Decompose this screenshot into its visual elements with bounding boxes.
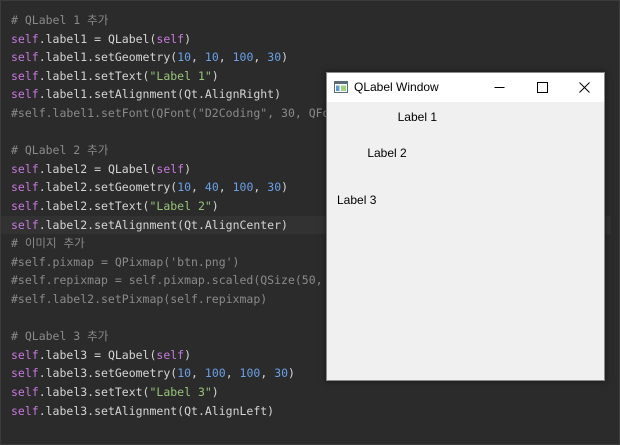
code-line: self.label1.setText("Label 1") xyxy=(11,67,219,85)
code-token: ) xyxy=(281,180,289,195)
code-line: self.label1.setGeometry(10, 10, 100, 30) xyxy=(11,48,288,66)
maximize-icon xyxy=(536,82,548,93)
code-token: # QLabel 1 추가 xyxy=(11,13,109,27)
code-line: self.label3.setText("Label 3") xyxy=(11,383,219,401)
code-token: .label1.setAlignment(Qt.AlignRight) xyxy=(38,87,282,102)
code-token: ) xyxy=(184,31,192,46)
code-line: # QLabel 1 추가 xyxy=(11,11,108,29)
code-token: 10 xyxy=(177,180,192,195)
code-token: self xyxy=(11,87,39,102)
code-token: , xyxy=(218,180,233,195)
label-3: Label 3 xyxy=(337,193,377,207)
code-token: ) xyxy=(288,366,295,381)
code-token: self xyxy=(11,385,39,399)
code-line: self.label1 = QLabel(self) xyxy=(11,30,191,48)
code-token: "Label 2" xyxy=(149,199,212,213)
code-token: , xyxy=(191,366,205,381)
code-line: # QLabel 3 추가 xyxy=(11,327,108,345)
code-token: 30 xyxy=(274,366,289,381)
code-token: self xyxy=(11,68,39,83)
code-token: 100 xyxy=(232,180,254,195)
code-token: , xyxy=(191,50,205,65)
code-token: ) xyxy=(184,161,192,176)
window-title: QLabel Window xyxy=(354,80,439,94)
code-token: self xyxy=(11,347,39,362)
code-line: self.label3 = QLabel(self) xyxy=(11,346,191,364)
code-line: #self.label2.setPixmap(self.repixmap) xyxy=(11,290,267,308)
code-token: self xyxy=(11,217,39,232)
code-token: ) xyxy=(281,50,289,65)
code-token: .label1 = QLabel( xyxy=(38,31,157,46)
code-token: , xyxy=(191,180,205,195)
code-token: 30 xyxy=(267,180,282,195)
code-line: self.label3.setGeometry(10, 100, 100, 30… xyxy=(11,364,295,382)
code-token: 10 xyxy=(177,50,192,65)
code-token: .label3.setGeometry( xyxy=(38,366,178,381)
code-token: #self.repixmap = self.pixmap.scaled(QSiz… xyxy=(11,273,358,288)
code-token: self xyxy=(11,366,39,381)
code-token: # QLabel 2 추가 xyxy=(11,143,109,158)
code-line: self.label2.setText("Label 2") xyxy=(11,197,219,215)
window-titlebar[interactable]: QLabel Window xyxy=(327,73,604,102)
code-token: , xyxy=(253,50,268,65)
code-token: # QLabel 3 추가 xyxy=(11,329,109,344)
window-client-area: Label 1 Label 2 Label 3 xyxy=(327,102,604,380)
minimize-icon xyxy=(494,87,504,88)
qt-window-icon xyxy=(334,81,348,93)
code-token: 100 xyxy=(239,366,261,381)
code-token: "Label 1" xyxy=(149,68,212,83)
close-button[interactable] xyxy=(562,73,606,102)
code-line: #self.pixmap = QPixmap('btn.png') xyxy=(11,253,239,271)
code-token: ) xyxy=(184,347,192,362)
code-token: 10 xyxy=(177,366,192,381)
code-line: #self.repixmap = self.pixmap.scaled(QSiz… xyxy=(11,271,357,289)
code-line: self.label3.setAlignment(Qt.AlignLeft) xyxy=(11,402,274,420)
code-token: 100 xyxy=(204,366,226,381)
code-token: #self.label2.setPixmap(self.repixmap) xyxy=(11,292,268,306)
code-token: "Label 3" xyxy=(149,385,212,399)
code-line: # QLabel 2 추가 xyxy=(11,141,108,159)
code-token: 10 xyxy=(204,50,219,65)
code-token: self xyxy=(11,180,39,195)
code-token: 100 xyxy=(232,50,254,65)
maximize-button[interactable] xyxy=(520,73,564,102)
code-token: 30 xyxy=(267,50,282,65)
code-token: self xyxy=(11,50,39,65)
label-2: Label 2 xyxy=(367,146,407,160)
code-line: self.label2.setGeometry(10, 40, 100, 30) xyxy=(11,178,288,196)
qlabel-window: QLabel Window Label 1 Label 2 Label 3 xyxy=(326,72,605,381)
code-token: .label2.setText( xyxy=(38,199,150,213)
code-token: self xyxy=(156,347,185,362)
code-token: self xyxy=(11,31,39,46)
code-token: 40 xyxy=(204,180,219,195)
code-token: .label2.setAlignment(Qt.AlignCenter) xyxy=(38,217,288,232)
code-token: self xyxy=(156,31,185,46)
minimize-button[interactable] xyxy=(477,73,521,102)
code-token: .label3.setAlignment(Qt.AlignLeft) xyxy=(38,403,275,418)
code-token: ) xyxy=(211,385,219,399)
code-token: .label2.setGeometry( xyxy=(38,180,178,195)
code-token: ) xyxy=(211,199,219,213)
code-line: self.label2 = QLabel(self) xyxy=(11,160,191,178)
code-token: .label3.setText( xyxy=(38,385,150,399)
code-token: .label1.setGeometry( xyxy=(38,50,178,65)
code-token: self xyxy=(11,403,39,418)
code-token: .label3 = QLabel( xyxy=(38,347,157,362)
code-token: , xyxy=(225,366,240,381)
code-token: #self.pixmap = QPixmap('btn.png') xyxy=(11,254,240,269)
code-token: self xyxy=(11,199,39,213)
close-icon xyxy=(578,82,590,93)
code-line: self.label1.setAlignment(Qt.AlignRight) xyxy=(11,85,281,103)
code-token: , xyxy=(218,50,233,65)
code-token: # 이미지 추가 xyxy=(11,236,85,251)
code-token: ) xyxy=(211,68,219,83)
label-1: Label 1 xyxy=(397,110,437,124)
code-token: self xyxy=(11,161,39,176)
code-token: .label1.setText( xyxy=(38,68,150,83)
code-token: , xyxy=(253,180,268,195)
code-token: .label2 = QLabel( xyxy=(38,161,157,176)
code-token: self xyxy=(156,161,185,176)
code-token: , xyxy=(260,366,275,381)
code-line: # 이미지 추가 xyxy=(11,234,85,252)
